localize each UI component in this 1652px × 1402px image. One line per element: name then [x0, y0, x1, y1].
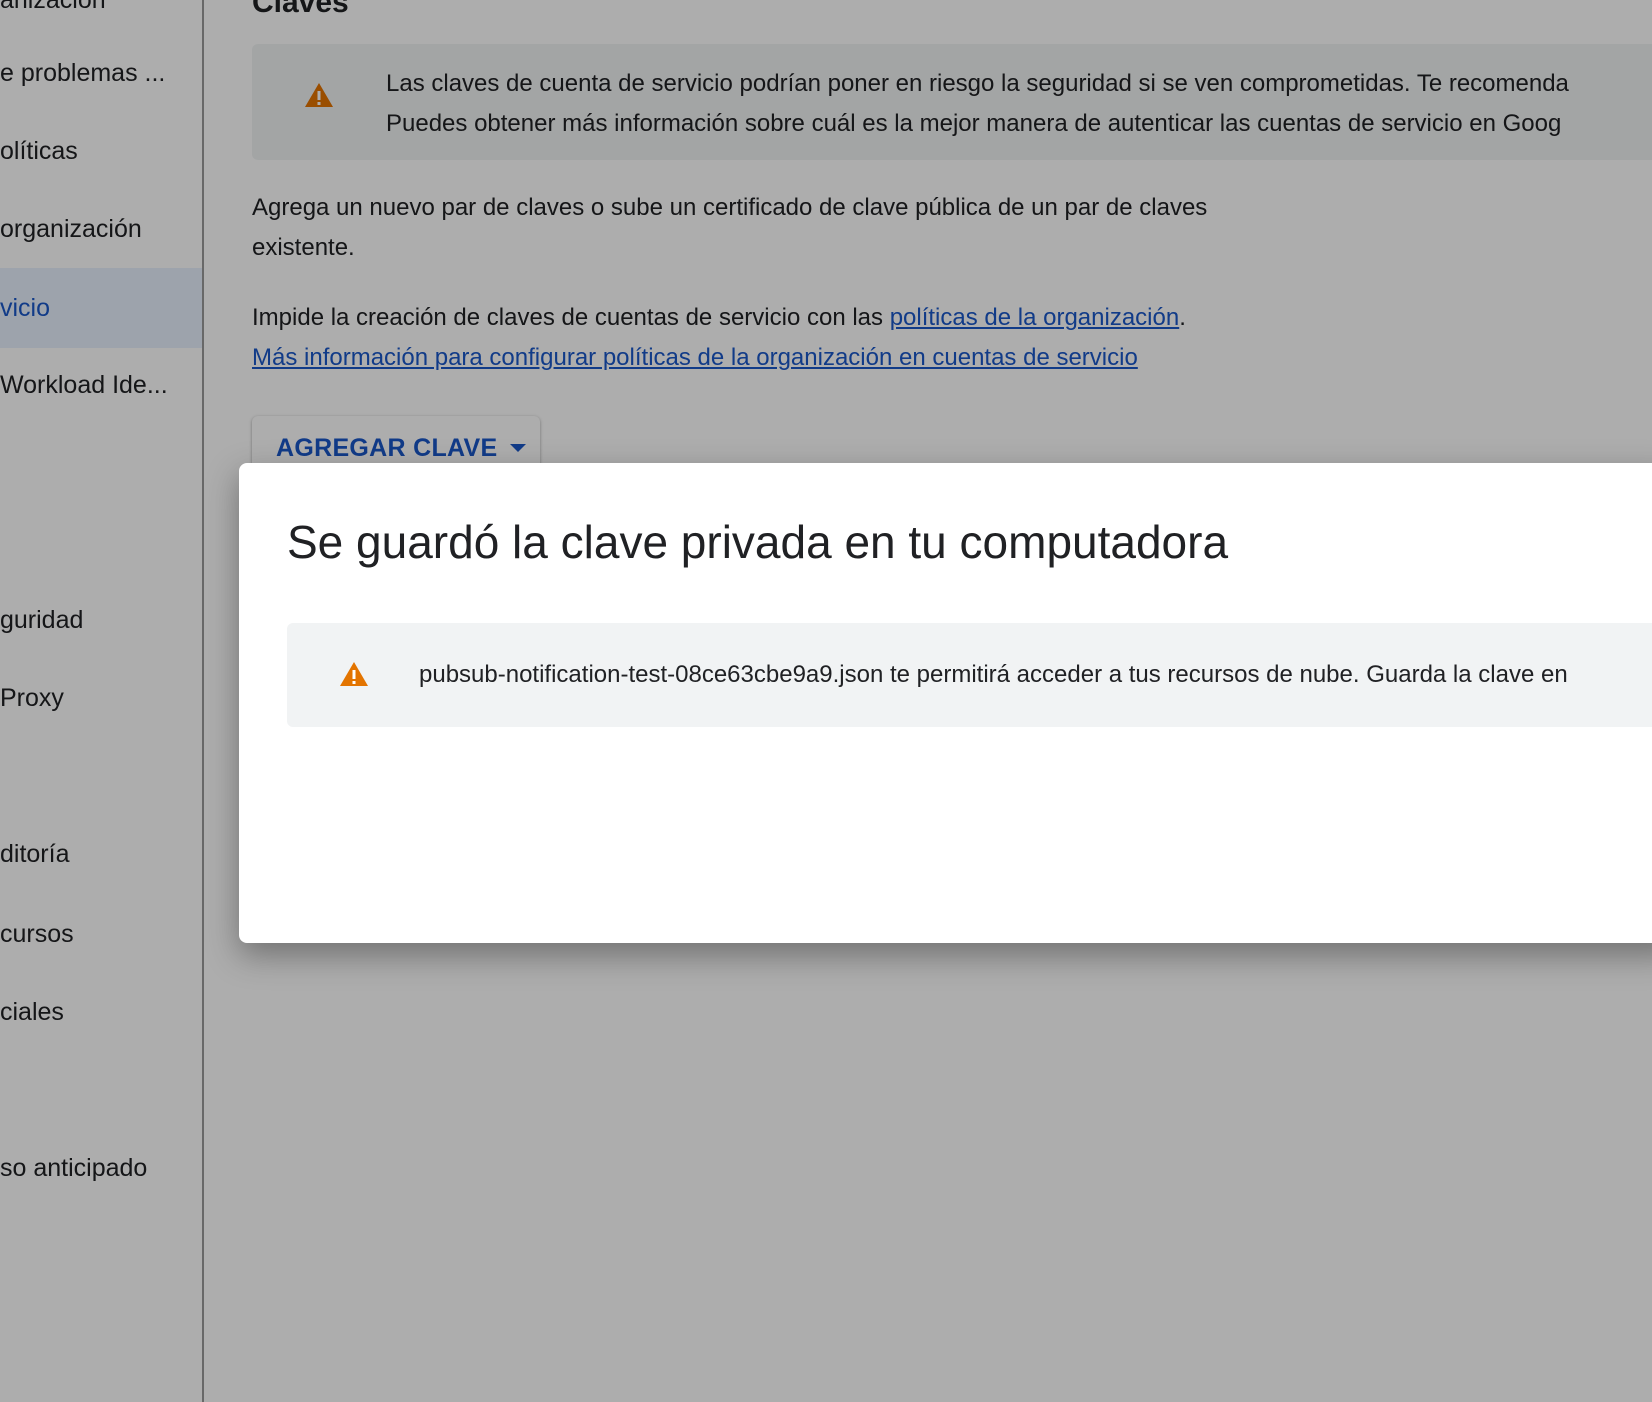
dialog-notice-text: pubsub-notification-test-08ce63cbe9a9.js…: [419, 661, 1568, 688]
app-root: anización e problemas ... olíticas organ…: [0, 0, 1652, 1402]
key-saved-dialog: Se guardó la clave privada en tu computa…: [239, 463, 1652, 943]
warning-icon: [339, 661, 369, 692]
dialog-title: Se guardó la clave privada en tu computa…: [287, 516, 1229, 568]
dialog-notice: pubsub-notification-test-08ce63cbe9a9.js…: [287, 623, 1652, 727]
